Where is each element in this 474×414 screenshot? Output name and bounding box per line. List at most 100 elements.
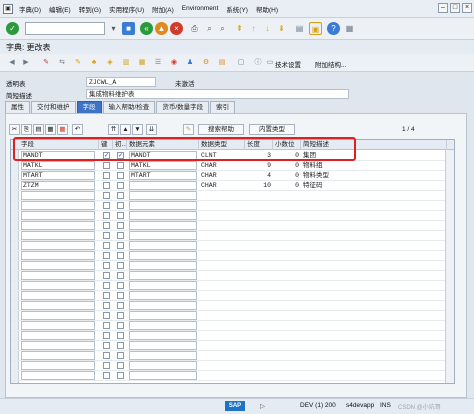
tab-input-help-check[interactable]: 输入帮助/检查 (102, 101, 156, 113)
activate-icon[interactable]: ♣ (88, 57, 100, 69)
data-element-cell[interactable] (129, 231, 197, 240)
search-help-button[interactable]: 搜索帮助 (198, 124, 244, 135)
layout-icon[interactable]: ▦ (343, 22, 356, 35)
initial-checkbox[interactable] (117, 162, 124, 169)
help-icon[interactable]: ? (327, 22, 340, 35)
scroll-first-icon[interactable]: ⇈ (108, 124, 119, 135)
key-checkbox[interactable] (103, 172, 110, 179)
field-name-cell[interactable] (21, 201, 95, 210)
cancel-icon[interactable]: × (170, 22, 183, 35)
navigation-window-icon[interactable]: ▦ (136, 57, 148, 69)
initial-checkbox[interactable] (117, 232, 124, 239)
key-checkbox[interactable] (103, 222, 110, 229)
field-name-cell[interactable] (21, 221, 95, 230)
data-element-cell[interactable] (129, 371, 197, 380)
where-used-icon[interactable]: ◈ (104, 57, 116, 69)
object-list-icon[interactable]: ▥ (120, 57, 132, 69)
tab-attributes[interactable]: 属性 (5, 101, 30, 113)
menu-help[interactable]: 帮助(H) (252, 4, 282, 14)
field-name-cell[interactable]: ZTZM (21, 181, 95, 190)
shortcut-icon[interactable]: ▣ (309, 22, 322, 35)
print-icon[interactable]: ⎙ (188, 22, 201, 35)
previous-page-icon[interactable]: ↑ (247, 22, 260, 35)
key-checkbox[interactable] (103, 252, 110, 259)
sap-menu-icon[interactable]: ▣ (3, 3, 13, 14)
menu-system[interactable]: 系统(Y) (222, 4, 252, 14)
back-icon[interactable]: « (140, 22, 153, 35)
initial-checkbox[interactable] (117, 342, 124, 349)
check-icon[interactable]: ✎ (72, 57, 84, 69)
new-session-icon[interactable]: ▤ (293, 22, 306, 35)
undo-icon[interactable]: ↶ (72, 124, 83, 135)
field-name-cell[interactable] (21, 271, 95, 280)
key-checkbox[interactable] (103, 282, 110, 289)
data-element-cell[interactable] (129, 271, 197, 280)
data-element-cell[interactable] (129, 301, 197, 310)
initial-checkbox[interactable] (117, 272, 124, 279)
field-name-cell[interactable] (21, 291, 95, 300)
data-element-cell[interactable] (129, 251, 197, 260)
key-checkbox[interactable] (103, 272, 110, 279)
insert-row-icon[interactable]: ▦ (45, 124, 56, 135)
initial-checkbox[interactable] (117, 332, 124, 339)
scroll-down-icon[interactable]: ▼ (132, 124, 143, 135)
menu-extras[interactable]: 附加(A) (148, 4, 178, 14)
close-icon[interactable]: × (462, 3, 472, 13)
key-checkbox[interactable] (103, 352, 110, 359)
data-element-cell[interactable] (129, 221, 197, 230)
minimize-icon[interactable]: – (438, 3, 448, 13)
command-dropdown-icon[interactable]: ▾ (107, 22, 120, 35)
initial-checkbox[interactable] (117, 312, 124, 319)
field-name-cell[interactable] (21, 351, 95, 360)
data-element-cell[interactable] (129, 211, 197, 220)
field-name-cell[interactable] (21, 231, 95, 240)
other-object-icon[interactable]: ⇆ (56, 57, 68, 69)
find-next-icon[interactable]: ⌕ (216, 22, 229, 35)
data-element-cell[interactable] (129, 341, 197, 350)
initial-checkbox[interactable] (117, 252, 124, 259)
tab-indexes[interactable]: 索引 (210, 101, 236, 113)
initial-checkbox[interactable] (117, 302, 124, 309)
tab-currency-quantity[interactable]: 货币/数量字段 (156, 101, 210, 113)
first-page-icon[interactable]: ⇞ (233, 22, 246, 35)
create-icon[interactable]: ▢ (235, 57, 247, 69)
key-checkbox[interactable] (103, 242, 110, 249)
initial-checkbox[interactable] (117, 282, 124, 289)
paste-icon[interactable]: ▤ (33, 124, 44, 135)
save-icon[interactable]: ■ (122, 22, 135, 35)
initial-checkbox[interactable] (117, 322, 124, 329)
key-checkbox[interactable] (103, 342, 110, 349)
scroll-up-icon[interactable]: ▲ (120, 124, 131, 135)
key-checkbox[interactable] (103, 302, 110, 309)
field-name-cell[interactable]: MTART (21, 171, 95, 180)
cut-icon[interactable]: ✂ (9, 124, 20, 135)
data-element-cell[interactable] (129, 281, 197, 290)
data-element-cell[interactable]: MATKL (129, 161, 197, 170)
append-structure-button[interactable]: 附加结构... (315, 59, 346, 69)
field-name-cell[interactable] (21, 341, 95, 350)
field-name-cell[interactable] (21, 261, 95, 270)
initial-checkbox[interactable] (117, 242, 124, 249)
short-description-field[interactable]: 集成物料维护表 (86, 89, 349, 99)
info-icon[interactable]: ⓘ (252, 57, 264, 69)
field-name-cell[interactable] (21, 191, 95, 200)
key-checkbox[interactable] (103, 192, 110, 199)
field-name-cell[interactable] (21, 241, 95, 250)
command-field[interactable] (25, 22, 105, 35)
key-checkbox[interactable] (103, 372, 110, 379)
initial-checkbox[interactable] (117, 362, 124, 369)
key-checkbox[interactable] (103, 312, 110, 319)
field-name-cell[interactable] (21, 311, 95, 320)
enter-icon[interactable]: ✓ (6, 22, 19, 35)
key-checkbox[interactable] (103, 262, 110, 269)
builtin-type-button[interactable]: 内置类型 (249, 124, 295, 135)
field-name-cell[interactable] (21, 251, 95, 260)
initial-checkbox[interactable] (117, 222, 124, 229)
delete-row-icon[interactable]: ▦ (57, 124, 68, 135)
initial-checkbox[interactable] (117, 292, 124, 299)
field-name-cell[interactable] (21, 281, 95, 290)
initial-checkbox[interactable] (117, 182, 124, 189)
hierarchy-icon[interactable]: ♟ (184, 57, 196, 69)
data-element-cell[interactable] (129, 311, 197, 320)
worklist-icon[interactable]: ◉ (168, 57, 180, 69)
